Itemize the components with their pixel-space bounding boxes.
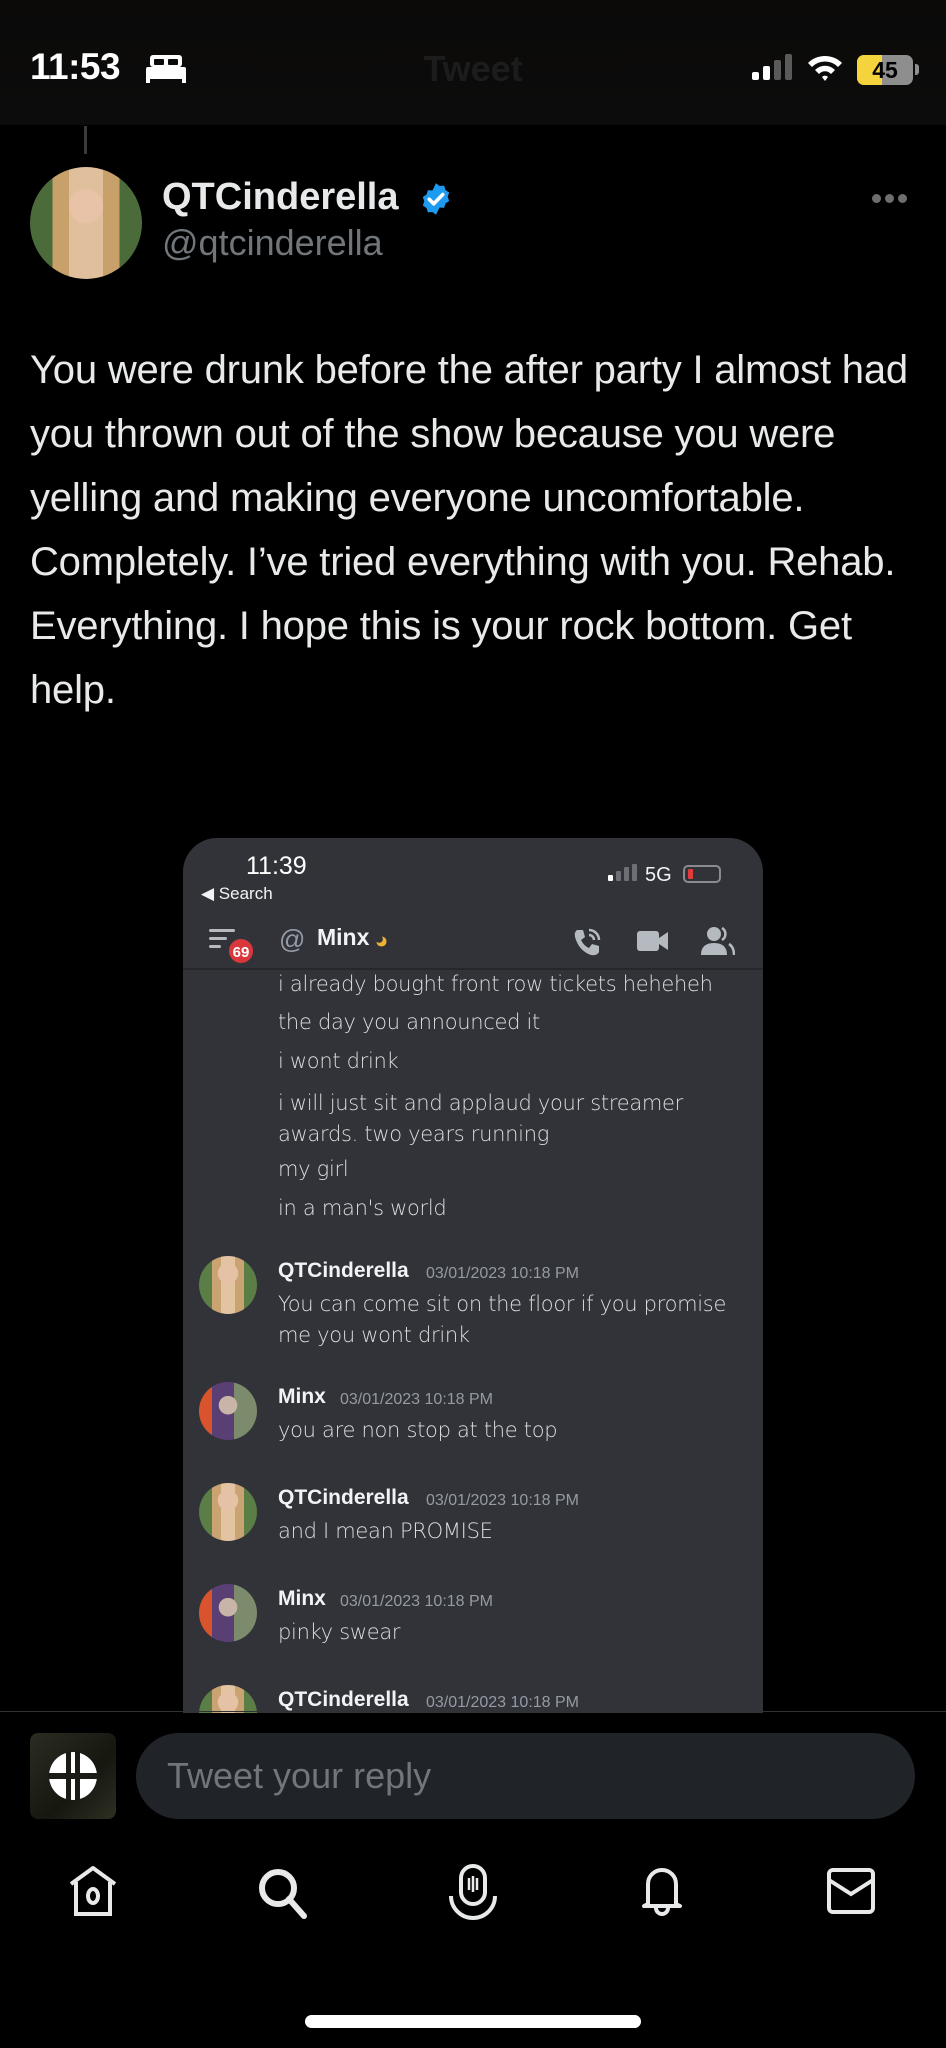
- message-avatar: [199, 1584, 257, 1642]
- message-line: i will just sit and applaud your streame…: [278, 1091, 684, 1146]
- tab-home[interactable]: [63, 1862, 123, 1922]
- message-timestamp: 03/01/2023 10:18 PM: [340, 1391, 494, 1408]
- cellular-signal-icon: [752, 54, 792, 80]
- tweet-text: You were drunk before the after party I …: [30, 348, 908, 712]
- message-author: QTCinderella: [278, 1486, 409, 1509]
- message-timestamp: 03/01/2023 10:18 PM: [426, 1492, 580, 1509]
- author-avatar[interactable]: [30, 167, 142, 279]
- current-user-avatar[interactable]: [30, 1733, 116, 1819]
- reply-divider: [0, 1711, 946, 1712]
- message-avatar: [199, 1382, 257, 1440]
- spaces-icon: [449, 1864, 497, 1920]
- embedded-status-time: 11:39: [246, 852, 307, 880]
- battery-indicator: 45: [857, 55, 913, 85]
- tab-notifications[interactable]: [632, 1862, 692, 1922]
- message-avatar: [199, 1256, 257, 1314]
- message-line: the day you announced it: [278, 1010, 540, 1034]
- tab-search[interactable]: [252, 1862, 312, 1922]
- message-line: my girl: [278, 1157, 349, 1181]
- message-line: in a man's world: [278, 1196, 447, 1220]
- tab-spaces[interactable]: [443, 1862, 503, 1922]
- search-icon: [259, 1869, 307, 1919]
- battery-percent: 45: [872, 57, 898, 83]
- more-options-icon[interactable]: [872, 190, 912, 210]
- message-line: i wont drink: [278, 1049, 399, 1073]
- video-call-icon: [637, 931, 668, 951]
- message-author: QTCinderella: [278, 1688, 409, 1711]
- home-indicator[interactable]: [305, 2015, 641, 2028]
- tab-messages[interactable]: [821, 1862, 881, 1922]
- author-handle[interactable]: @qtcinderella: [162, 222, 383, 264]
- reply-input[interactable]: [136, 1733, 915, 1819]
- status-bar: 11:53 Tweet 45: [0, 0, 946, 125]
- message-author: Minx: [278, 1587, 326, 1610]
- author-display-name[interactable]: QTCinderella: [162, 176, 399, 219]
- message-text: pinky swear: [278, 1620, 401, 1644]
- battery-tip: [915, 64, 919, 75]
- message-text: You can come sit on the floor if you pro…: [278, 1292, 727, 1347]
- discord-channel-header: 69 @ Minx: [183, 914, 763, 970]
- embedded-network-label: 5G: [645, 864, 672, 886]
- voice-call-icon: [574, 928, 601, 956]
- tweet-media-image[interactable]: 11:39 ◀ Search 5G 69 @ Minx i already bo…: [183, 838, 763, 1713]
- idle-moon-icon: [376, 936, 387, 947]
- message-avatar: [199, 1483, 257, 1541]
- message-author: QTCinderella: [278, 1259, 409, 1282]
- message-author: Minx: [278, 1385, 326, 1408]
- message-line: i already bought front row tickets heheh…: [278, 972, 713, 996]
- embedded-battery-icon: [683, 865, 721, 883]
- dm-recipient-name: Minx: [317, 924, 370, 950]
- thread-connector-line: [84, 126, 87, 154]
- message-timestamp: 03/01/2023 10:18 PM: [340, 1593, 494, 1610]
- bottom-tab-bar: [0, 1862, 946, 1942]
- wifi-icon: [808, 55, 842, 81]
- message-timestamp: 03/01/2023 10:18 PM: [426, 1265, 580, 1282]
- message-avatar: [199, 1685, 257, 1713]
- bell-icon: [642, 1868, 682, 1916]
- message-text: you are non stop at the top: [278, 1418, 558, 1442]
- header-title: Tweet: [423, 48, 523, 89]
- user-logo-icon: [48, 1751, 98, 1801]
- embedded-back-link: ◀ Search: [201, 884, 273, 903]
- verified-badge-icon: [422, 183, 450, 215]
- home-icon: [69, 1866, 117, 1916]
- unread-count-badge: 69: [227, 937, 255, 965]
- message-timestamp: 03/01/2023 10:18 PM: [426, 1694, 580, 1711]
- message-text: and I mean PROMISE: [278, 1519, 493, 1543]
- at-icon: @: [279, 924, 306, 954]
- members-icon: [701, 926, 735, 956]
- embedded-signal-icon: [608, 864, 637, 881]
- mail-icon: [827, 1868, 875, 1914]
